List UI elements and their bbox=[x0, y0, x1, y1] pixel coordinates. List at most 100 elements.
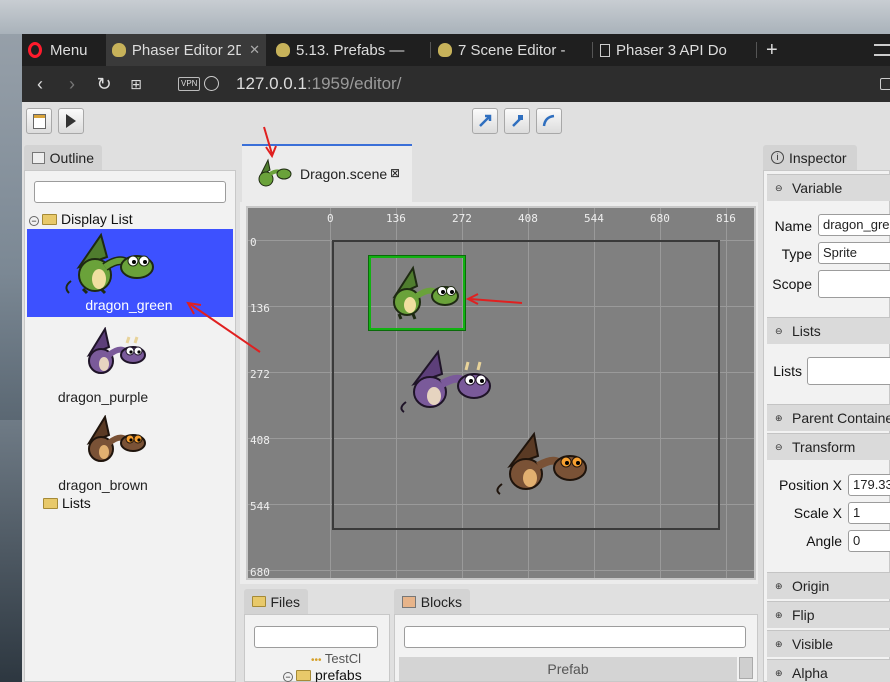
phaser-editor: Outline − Display List dragon_green drag… bbox=[22, 102, 890, 682]
close-tab-icon[interactable]: ✕ bbox=[249, 42, 260, 58]
tab-outline[interactable]: Outline bbox=[24, 145, 102, 170]
rotate-tool-button[interactable] bbox=[536, 108, 562, 134]
url-field[interactable]: 127.0.0.1:1959/editor/ bbox=[236, 74, 401, 94]
section-origin[interactable]: ⊕ Origin bbox=[767, 572, 890, 599]
new-file-button[interactable] bbox=[26, 108, 52, 134]
display-list-label: Display List bbox=[61, 211, 133, 227]
position-label: Position bbox=[778, 477, 829, 493]
scale-x-label: X bbox=[832, 505, 842, 521]
position-x-input[interactable]: 179.33 bbox=[848, 474, 890, 496]
prefabs-folder-label: prefabs bbox=[315, 667, 362, 682]
outline-item-dragon-brown[interactable]: dragon_brown bbox=[27, 407, 233, 495]
section-transform[interactable]: ⊖ Transform bbox=[767, 433, 890, 460]
address-bar: ‹ › ↻ ⊞ VPN 127.0.0.1:1959/editor/ bbox=[22, 66, 890, 102]
section-label: Variable bbox=[792, 180, 843, 196]
tab-separator bbox=[592, 42, 593, 58]
close-scene-tab-icon[interactable]: ⊠ bbox=[390, 166, 400, 180]
type-field: Sprite bbox=[818, 242, 890, 264]
display-list-node[interactable]: − Display List bbox=[29, 211, 133, 227]
x-ruler-label: 136 bbox=[386, 212, 406, 225]
dragon-scene-icon bbox=[258, 158, 292, 187]
new-tab-button[interactable]: + bbox=[760, 34, 784, 66]
files-tab-label: Files bbox=[270, 593, 300, 610]
section-alpha[interactable]: ⊕ Alpha bbox=[767, 659, 890, 682]
name-input[interactable]: dragon_gre bbox=[818, 214, 890, 236]
section-label: Transform bbox=[792, 439, 856, 455]
inspector-tab-label: Inspector bbox=[789, 149, 847, 166]
outline-item-dragon-purple[interactable]: dragon_purple bbox=[27, 319, 233, 407]
document-icon bbox=[600, 43, 610, 57]
blocks-filter-input[interactable] bbox=[404, 626, 746, 648]
lists-label: Lists bbox=[62, 495, 91, 511]
translate-tool-button[interactable] bbox=[472, 108, 498, 134]
blocks-icon bbox=[402, 595, 416, 608]
folder-icon bbox=[42, 214, 57, 225]
tab-menu-icon[interactable] bbox=[874, 44, 890, 56]
angle-input[interactable]: 0 bbox=[848, 530, 890, 552]
browser-tab-prefabs[interactable]: 5.13. Prefabs — bbox=[270, 34, 428, 66]
forward-icon[interactable]: › bbox=[62, 74, 82, 94]
opera-logo-icon bbox=[28, 42, 42, 58]
outline-item-dragon-green[interactable]: dragon_green bbox=[27, 229, 233, 317]
blocks-scrollbar[interactable] bbox=[739, 657, 753, 679]
dragon-purple-sprite[interactable] bbox=[398, 348, 494, 414]
dragon-brown-sprite[interactable] bbox=[494, 430, 590, 496]
file-item-prefabs[interactable]: − prefabs bbox=[283, 667, 362, 682]
outline-icon bbox=[32, 151, 45, 164]
back-icon[interactable]: ‹ bbox=[30, 74, 50, 94]
dragon-favicon-icon bbox=[438, 43, 452, 57]
y-ruler-label: 680 bbox=[250, 566, 270, 579]
x-ruler-label: 408 bbox=[518, 212, 538, 225]
files-filter-input[interactable] bbox=[254, 626, 378, 648]
scene-canvas[interactable]: 0 136 272 408 544 680 816 0 136 272 408 … bbox=[246, 206, 756, 580]
folder-icon bbox=[43, 498, 58, 509]
tab-files[interactable]: Files bbox=[244, 589, 308, 614]
section-variable[interactable]: ⊖ Variable bbox=[767, 174, 890, 201]
collapse-icon[interactable]: − bbox=[283, 672, 293, 682]
section-visible[interactable]: ⊕ Visible bbox=[767, 630, 890, 657]
scope-select[interactable] bbox=[818, 270, 890, 298]
y-ruler-label: 544 bbox=[250, 500, 270, 513]
scope-label: Scope bbox=[772, 276, 812, 292]
collapse-icon[interactable]: − bbox=[29, 216, 39, 226]
grid-line-h bbox=[248, 570, 754, 571]
dragon-favicon-icon bbox=[112, 43, 126, 57]
section-lists[interactable]: ⊖ Lists bbox=[767, 317, 890, 344]
opera-menu-button[interactable]: Menu bbox=[22, 34, 106, 66]
name-label: Name bbox=[774, 218, 812, 234]
info-icon: i bbox=[771, 151, 784, 164]
lists-node[interactable]: Lists bbox=[43, 495, 91, 511]
x-ruler-label: 544 bbox=[584, 212, 604, 225]
dragon-brown-thumbnail bbox=[86, 415, 146, 462]
dragon-green-thumbnail bbox=[65, 232, 154, 295]
outline-filter-input[interactable] bbox=[34, 181, 226, 203]
selected-dragon-green[interactable] bbox=[368, 255, 466, 331]
play-button[interactable] bbox=[58, 108, 84, 134]
browser-tab-scene-editor[interactable]: 7 Scene Editor - bbox=[432, 34, 592, 66]
y-ruler-label: 272 bbox=[250, 368, 270, 381]
dragon-green-label: dragon_green bbox=[85, 297, 173, 313]
globe-icon[interactable] bbox=[204, 76, 219, 91]
file-item-partial[interactable]: ••• TestCl bbox=[311, 651, 371, 665]
browser-tab-phaser-editor[interactable]: Phaser Editor 2D ✕ bbox=[106, 34, 266, 66]
blocks-prefab-header: Prefab bbox=[399, 657, 737, 681]
camera-icon[interactable] bbox=[880, 78, 890, 90]
grid-line-v bbox=[330, 208, 331, 578]
file-item-label: TestCl bbox=[324, 651, 362, 665]
speed-dial-icon[interactable]: ⊞ bbox=[126, 74, 146, 94]
scale-x-input[interactable]: 1 bbox=[848, 502, 890, 524]
browser-tab-api-docs[interactable]: Phaser 3 API Do bbox=[594, 34, 754, 66]
menu-label: Menu bbox=[50, 41, 88, 59]
tab-dragon-scene[interactable]: Dragon.scene ⊠ bbox=[242, 144, 412, 202]
section-flip[interactable]: ⊕ Flip bbox=[767, 601, 890, 628]
section-label: Visible bbox=[792, 636, 833, 652]
reload-icon[interactable]: ↻ bbox=[94, 74, 114, 94]
section-parent-container[interactable]: ⊕ Parent Containe bbox=[767, 404, 890, 431]
tab-inspector[interactable]: i Inspector bbox=[763, 145, 857, 170]
lists-select[interactable] bbox=[807, 357, 890, 385]
section-label: Parent Containe bbox=[792, 410, 890, 426]
vpn-badge[interactable]: VPN bbox=[178, 77, 201, 91]
scale-tool-button[interactable] bbox=[504, 108, 530, 134]
tab-blocks[interactable]: Blocks bbox=[394, 589, 470, 614]
translate-tool-icon bbox=[479, 114, 492, 127]
